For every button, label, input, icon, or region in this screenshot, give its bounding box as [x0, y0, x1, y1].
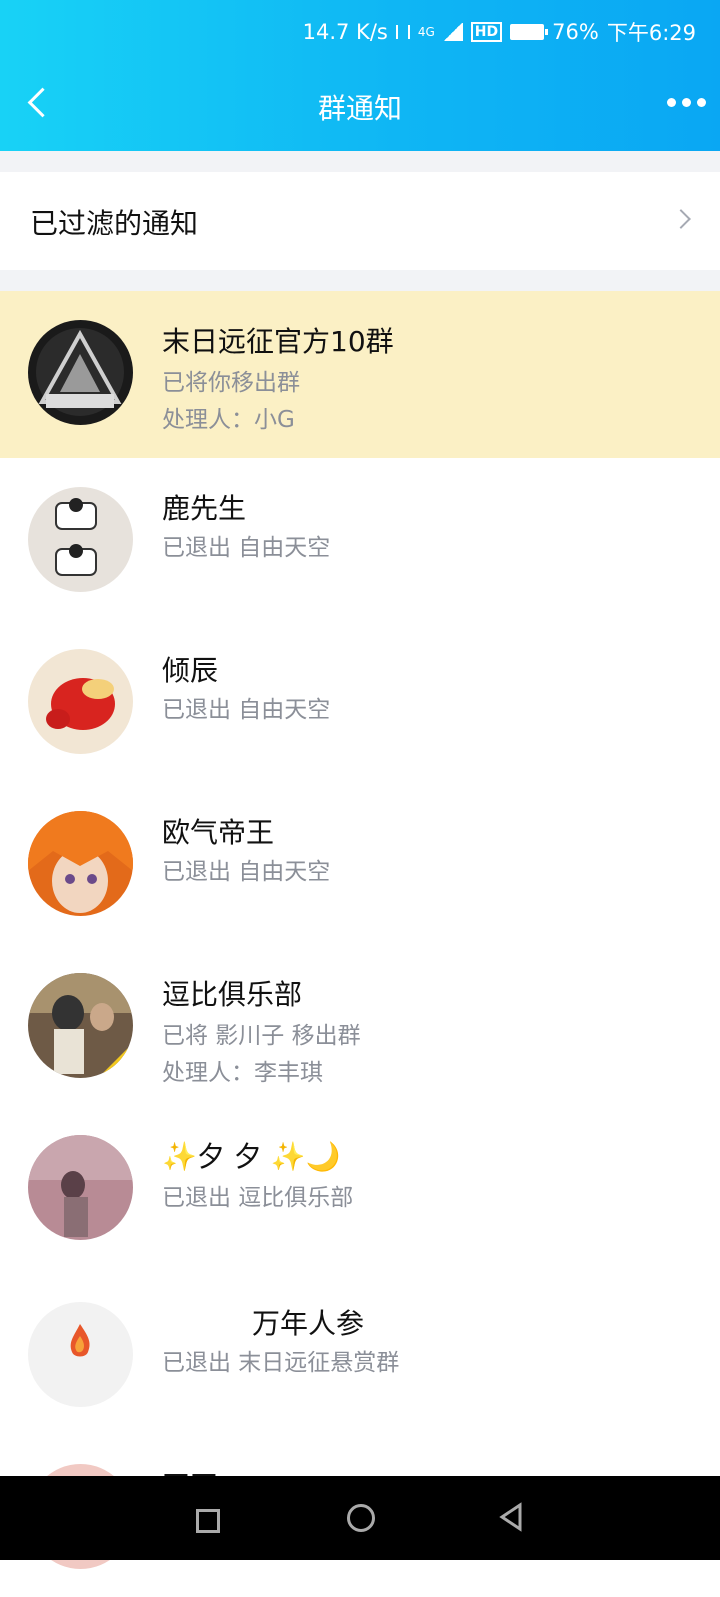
more-dots-icon[interactable] — [667, 98, 706, 107]
vibrate-icon — [395, 25, 410, 39]
top-bar: 14.7 K/s 4G HD 76% 下午6:29 群通知 — [0, 0, 720, 151]
notification-item[interactable]: 万年人参 已退出 末日远征悬赏群 — [0, 1273, 720, 1435]
notification-name: 逗比俱乐部 — [162, 978, 303, 1011]
signal-icon — [442, 23, 463, 41]
notification-item[interactable]: 倾辰 已退出 自由天空 — [0, 620, 720, 782]
page-title: 群通知 — [317, 92, 402, 125]
notification-item[interactable]: 末日远征官方10群 已将你移出群 处理人：小G — [0, 291, 720, 458]
section-divider — [0, 270, 720, 291]
notification-item[interactable]: ✨夕 夕 ✨🌙 已退出 逗比俱乐部 — [0, 1106, 720, 1273]
avatar — [28, 1302, 133, 1407]
notification-detail: 已退出 自由天空 — [162, 535, 331, 561]
battery-icon — [510, 24, 549, 40]
notification-handler: 处理人：李丰琪 — [162, 1060, 323, 1086]
square-icon[interactable] — [196, 1509, 220, 1533]
section-divider — [0, 151, 720, 172]
filtered-label: 已过滤的通知 — [30, 207, 199, 240]
avatar — [28, 811, 133, 916]
clock: 下午6:29 — [606, 21, 696, 45]
network-type: 4G — [417, 25, 435, 39]
net-speed: 14.7 K/s — [302, 20, 388, 44]
notification-detail: 已退出 自由天空 — [162, 859, 331, 885]
filtered-notifications-row[interactable]: 已过滤的通知 — [0, 172, 720, 270]
notification-name: 万年人参 — [252, 1307, 365, 1340]
notification-item[interactable]: 欧气帝王 已退出 自由天空 — [0, 782, 720, 944]
battery-level: 76% — [552, 20, 599, 44]
notification-detail: 已将 影川子 移出群 — [162, 1023, 361, 1049]
avatar — [28, 973, 133, 1078]
circle-icon[interactable] — [347, 1504, 375, 1532]
notification-item[interactable]: 逗比俱乐部 已将 影川子 移出群 处理人：李丰琪 — [0, 944, 720, 1106]
hd-badge: HD — [470, 22, 503, 42]
chevron-right-icon — [671, 209, 691, 229]
system-nav-bar — [0, 1476, 720, 1560]
notification-detail: 已退出 自由天空 — [162, 697, 331, 723]
notification-detail: 已退出 末日远征悬赏群 — [162, 1350, 400, 1376]
notification-name: 末日远征官方10群 — [162, 325, 394, 358]
triangle-back-icon[interactable] — [498, 1502, 524, 1532]
notification-detail: 已将你移出群 — [162, 370, 300, 396]
status-bar: 14.7 K/s 4G HD 76% 下午6:29 — [303, 14, 696, 50]
notification-name: ✨夕 夕 ✨🌙 — [162, 1140, 341, 1173]
avatar — [28, 649, 133, 754]
avatar — [28, 320, 133, 425]
notification-item[interactable]: 鹿先生 已退出 自由天空 — [0, 458, 720, 620]
notification-name: 欧气帝王 — [162, 816, 275, 849]
notification-name: 倾辰 — [162, 654, 219, 687]
notification-handler: 处理人：小G — [162, 407, 295, 433]
notification-name: 鹿先生 — [162, 492, 247, 525]
avatar — [28, 1135, 133, 1240]
avatar — [28, 487, 133, 592]
notification-detail: 已退出 逗比俱乐部 — [162, 1185, 354, 1211]
notification-list: 末日远征官方10群 已将你移出群 处理人：小G 鹿先生 已退出 自由天空 倾辰 … — [0, 291, 720, 1597]
